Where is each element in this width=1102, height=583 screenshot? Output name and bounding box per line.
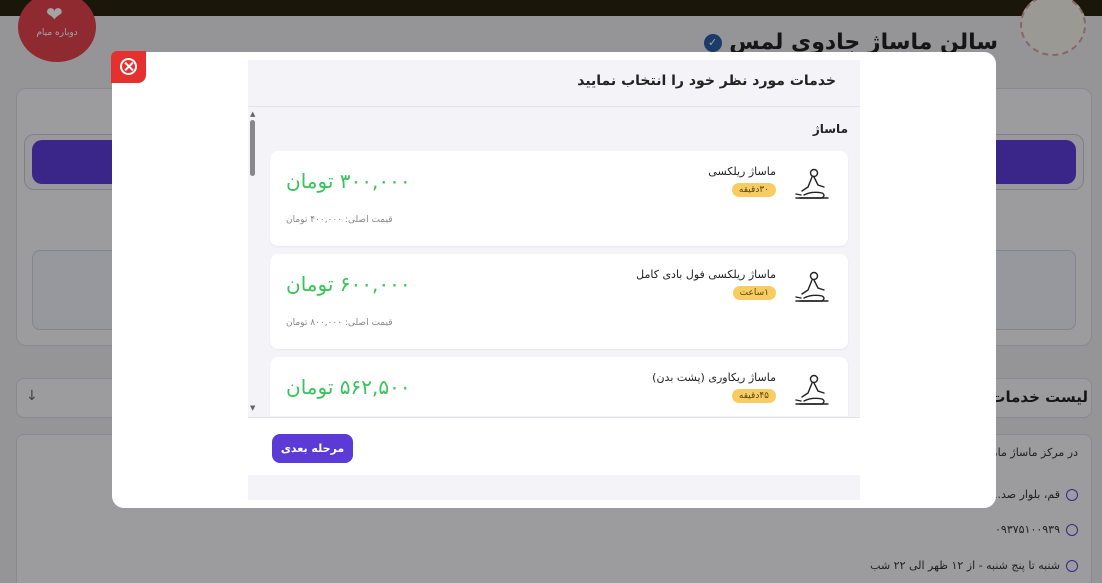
massage-icon <box>795 374 829 405</box>
panel-footer: مرحله بعدی <box>248 417 860 475</box>
original-price: قیمت اصلی: ۴۰۰,۰۰۰ تومان <box>286 215 393 225</box>
duration-badge: ۱ساعت <box>732 286 776 300</box>
massage-icon <box>795 271 829 302</box>
service-card[interactable]: ماساژ ریلکسی ۳۰دقیقه ۳۰۰,۰۰۰ تومان قیمت … <box>270 151 848 246</box>
massage-icon <box>795 168 829 199</box>
service-panel: خدمات مورد نظر خود را انتخاب نمایید ▲ ▼ … <box>248 60 860 500</box>
service-name: ماساژ ریکاوری (پشت بدن) <box>652 371 776 384</box>
service-name: ماساژ ریلکسی <box>708 165 776 178</box>
duration-badge: ۳۰دقیقه <box>731 183 776 197</box>
service-price: ۵۶۲,۵۰۰ تومان <box>286 375 411 399</box>
service-name: ماساژ ریلکسی فول بادی کامل <box>636 268 776 281</box>
service-price: ۶۰۰,۰۰۰ تومان <box>286 272 411 296</box>
scroll-down-icon[interactable]: ▼ <box>250 404 255 412</box>
category-label: ماساژ <box>812 122 848 136</box>
service-price: ۳۰۰,۰۰۰ تومان <box>286 169 411 193</box>
next-step-button[interactable]: مرحله بعدی <box>272 434 353 463</box>
scroll-up-icon[interactable]: ▲ <box>250 110 255 118</box>
close-button[interactable] <box>111 51 146 83</box>
close-icon <box>120 58 137 75</box>
service-card[interactable]: ماساژ ریکاوری (پشت بدن) ۴۵دقیقه ۵۶۲,۵۰۰ … <box>270 357 848 416</box>
scrollbar-thumb[interactable] <box>250 120 255 176</box>
service-card[interactable]: ماساژ ریلکسی فول بادی کامل ۱ساعت ۶۰۰,۰۰۰… <box>270 254 848 349</box>
scrollbar[interactable]: ▲ ▼ <box>248 108 258 416</box>
duration-badge: ۴۵دقیقه <box>731 389 776 403</box>
services-scroll-area[interactable]: ▲ ▼ ماساژ ماساژ ریلکسی ۳۰دقیقه ۳۰۰,۰۰۰ ت… <box>248 108 860 416</box>
original-price: قیمت اصلی: ۸۰۰,۰۰۰ تومان <box>286 318 393 328</box>
panel-header: خدمات مورد نظر خود را انتخاب نمایید <box>248 60 860 107</box>
modal-title: خدمات مورد نظر خود را انتخاب نمایید <box>577 73 836 89</box>
